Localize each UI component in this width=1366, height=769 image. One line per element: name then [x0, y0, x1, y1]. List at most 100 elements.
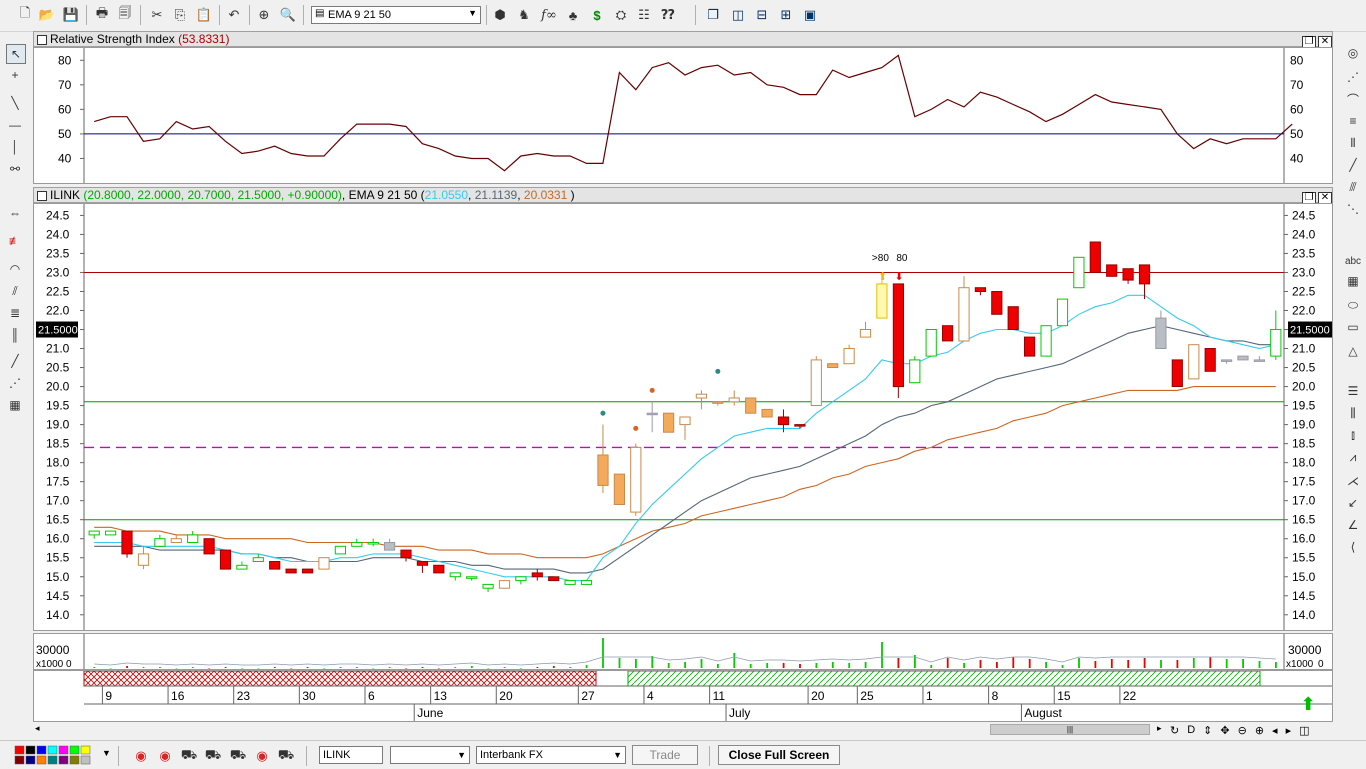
trade-button[interactable]: Trade: [632, 745, 698, 765]
parallel-icon[interactable]: ≡: [1344, 112, 1362, 130]
arc-icon[interactable]: ◠: [6, 260, 24, 278]
browser-icon-2[interactable]: ◉: [156, 747, 174, 765]
price-tick-label-left: 16.0: [46, 532, 70, 546]
volume-bar: [208, 668, 211, 669]
tree-icon[interactable]: ♣: [564, 6, 582, 24]
ray-icon[interactable]: ╱: [1344, 156, 1362, 174]
candle-body: [630, 446, 642, 513]
trader-icon-1[interactable]: ⛟: [180, 747, 198, 765]
trader-icon-3[interactable]: ⛟: [229, 747, 247, 765]
cube-icon[interactable]: ⬢: [491, 6, 509, 24]
calendar-icon[interactable]: ▦: [1344, 272, 1362, 290]
line-tool-icon[interactable]: ╱: [6, 352, 24, 370]
triangle-icon[interactable]: △: [1344, 342, 1362, 360]
scroll-icon[interactable]: ⇔: [6, 204, 24, 222]
paste-icon[interactable]: 📋: [195, 6, 213, 24]
color-palette[interactable]: [14, 745, 98, 765]
curve-icon[interactable]: ⟨: [1344, 538, 1362, 556]
wave-icon[interactable]: ⫾: [1344, 426, 1362, 444]
hook-icon[interactable]: ↙: [1344, 494, 1362, 512]
trader-icon-4[interactable]: ⛟: [277, 747, 295, 765]
andrews-icon[interactable]: ⋰: [1344, 68, 1362, 86]
price-chart[interactable]: 24.5 24.5 24.0 24.0 23.5 23.5 23.0 23.0 22.5 22.5…: [34, 204, 1332, 630]
channel-icon[interactable]: ≢: [6, 232, 24, 250]
quadrant-icon[interactable]: ⫻: [1344, 178, 1362, 196]
fan-lines-icon[interactable]: ⋌: [1344, 472, 1362, 490]
daily-icon[interactable]: D: [1187, 724, 1195, 736]
new-file-icon[interactable]: 🗋: [16, 5, 34, 24]
cut-icon[interactable]: ✂: [148, 6, 166, 24]
zoom-out-icon[interactable]: ⊖: [1238, 724, 1247, 737]
retracement-icon[interactable]: ≣: [6, 304, 24, 322]
volume-chart[interactable]: 30000 30000x1000 0 x1000 0: [34, 634, 1332, 669]
ellipse-icon[interactable]: ⬭: [1344, 296, 1362, 314]
grid-icon[interactable]: ⊞: [777, 6, 795, 24]
trendline-icon[interactable]: ╲: [6, 94, 24, 112]
arrow-up-icon[interactable]: ⬆: [1298, 694, 1318, 714]
scroll-right-icon[interactable]: ▸: [1157, 723, 1162, 734]
split-vertical-icon[interactable]: ◫: [729, 6, 747, 24]
browser-icon[interactable]: ◉: [132, 747, 150, 765]
bars-icon[interactable]: ⫼: [1344, 404, 1362, 422]
time-axis-chart[interactable]: 9 16 23 30 6 13 20 27 4 11 20 25 1 8 15 22 June July Augus…: [34, 671, 1332, 721]
split-horizontal-icon[interactable]: ⊟: [753, 6, 771, 24]
angle-icon[interactable]: ∠: [1344, 516, 1362, 534]
copy-icon[interactable]: ⎘: [171, 6, 189, 24]
time-zones-icon[interactable]: ⦀: [1344, 134, 1362, 152]
refresh-icon[interactable]: ↻: [1170, 724, 1179, 737]
scroll-left-icon[interactable]: ◂: [35, 723, 40, 734]
blank-select[interactable]: ▼: [390, 746, 470, 764]
save-icon[interactable]: 💾: [62, 6, 80, 24]
horizontal-scrollbar[interactable]: ◂ ||| ▸: [33, 722, 1163, 738]
next-icon[interactable]: ▸: [1286, 724, 1292, 737]
trader-icon-2[interactable]: ⛟: [204, 747, 222, 765]
scrollbar-thumb[interactable]: |||: [990, 724, 1150, 735]
close-full-screen-button[interactable]: Close Full Screen: [718, 745, 840, 765]
properties-icon[interactable]: ☷: [635, 6, 653, 24]
candle-body: [942, 325, 954, 342]
cross-icon[interactable]: +: [6, 66, 24, 84]
speed-arc-icon[interactable]: ◎: [1344, 44, 1362, 62]
text-tool-icon[interactable]: abc: [1344, 252, 1362, 270]
gann-grid-icon[interactable]: ▦: [6, 396, 24, 414]
open-folder-icon[interactable]: 📂: [38, 6, 56, 24]
vertical-zoom-icon[interactable]: ⇕: [1203, 724, 1212, 737]
horizontal-line-icon[interactable]: —: [6, 116, 24, 134]
symbol-input[interactable]: ILINK: [319, 746, 383, 764]
palette-dropdown-icon[interactable]: ▼: [102, 748, 111, 758]
pointer-icon[interactable]: ↖: [6, 44, 26, 64]
zoom-icon[interactable]: 🔍: [279, 6, 297, 24]
zoom-in-icon[interactable]: ⊕: [1255, 724, 1264, 737]
fan-icon[interactable]: ⫽: [6, 282, 24, 300]
help-icon[interactable]: ⁇: [659, 6, 677, 24]
windows-icon[interactable]: ❐: [704, 6, 722, 24]
lines-icon[interactable]: ☰: [1344, 382, 1362, 400]
binoculars-icon[interactable]: ⛭: [612, 6, 630, 24]
pitchfork-icon[interactable]: ⋱: [1344, 200, 1362, 218]
feed-select[interactable]: Interbank FX ▼: [476, 746, 626, 764]
trader-icon[interactable]: ♞: [515, 6, 533, 24]
fit-icon[interactable]: ◫: [1299, 724, 1309, 737]
prev-icon[interactable]: ◂: [1272, 724, 1278, 737]
gann-fan-icon[interactable]: ⋰: [6, 374, 24, 392]
candle-body: [318, 557, 330, 570]
undo-icon[interactable]: ↶: [225, 6, 243, 24]
price-tick-label-right: 18.0: [1292, 456, 1316, 470]
browser-icon-3[interactable]: ◉: [253, 747, 271, 765]
indicator-select[interactable]: ▤ EMA 9 21 50 ▼: [311, 6, 481, 24]
move-icon[interactable]: ✥: [1220, 724, 1229, 737]
rsi-chart[interactable]: 80 80 70 70 60 60 50 50 40 40: [34, 48, 1332, 183]
vertical-line-icon[interactable]: │: [6, 138, 24, 156]
rectangle-icon[interactable]: ▭: [1344, 318, 1362, 336]
print-icon[interactable]: 🖶: [93, 5, 111, 24]
dollar-icon[interactable]: $: [588, 6, 606, 24]
crosshair-icon[interactable]: ⊕: [255, 6, 273, 24]
fibonacci-icon[interactable]: ⚯: [6, 160, 24, 178]
volume-bar: [897, 658, 900, 668]
zigzag-icon[interactable]: ⩘: [1344, 448, 1362, 466]
print-preview-icon[interactable]: 🗐: [116, 5, 134, 24]
cycles-icon[interactable]: ║: [6, 326, 24, 344]
regression-icon[interactable]: ⌒: [1344, 90, 1362, 108]
snapshot-icon[interactable]: ▣: [801, 6, 819, 24]
function-icon[interactable]: f∞: [540, 6, 558, 24]
